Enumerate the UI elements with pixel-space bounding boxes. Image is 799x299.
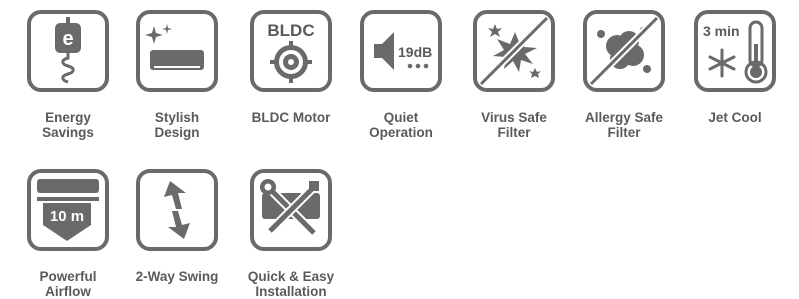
- feature-stylish-design: [136, 10, 218, 92]
- jetcool-badge: 3 min: [703, 23, 740, 39]
- feature-virus-safe-filter: [473, 10, 555, 92]
- bldc-badge: BLDC: [267, 21, 314, 40]
- caption-allergy-safe-filter: Allergy Safe Filter: [584, 110, 664, 140]
- feature-energy-savings: e: [27, 10, 109, 92]
- feature-jet-cool: 3 min: [694, 10, 776, 92]
- feature-allergy-safe-filter: [583, 10, 665, 92]
- caption-bldc-motor: BLDC Motor: [251, 110, 331, 125]
- bldc-motor-icon: BLDC: [267, 21, 315, 83]
- virus-filter-icon: [478, 15, 550, 87]
- caption-quiet-operation: Quiet Operation: [369, 110, 433, 140]
- allergy-filter-icon: [588, 15, 660, 87]
- caption-powerful-airflow: Powerful Airflow: [39, 269, 97, 299]
- jet-cool-thermometer-icon: 3 min: [703, 20, 768, 84]
- feature-quiet-operation: 19dB: [360, 10, 442, 92]
- quiet-speaker-icon: 19dB: [374, 32, 432, 70]
- feature-powerful-airflow: 10 m: [27, 169, 109, 251]
- energy-plug-icon: e: [55, 17, 81, 84]
- installation-tools-icon: [260, 179, 320, 237]
- caption-energy-savings: Energy Savings: [42, 110, 94, 140]
- feature-quick-easy-installation: [250, 169, 332, 251]
- feature-bldc-motor: BLDC: [250, 10, 332, 92]
- airflow-badge: 10 m: [50, 208, 84, 225]
- powerful-airflow-icon: 10 m: [37, 179, 99, 241]
- caption-stylish-design: Stylish Design: [154, 110, 200, 140]
- stylish-ac-icon: [145, 24, 204, 70]
- energy-badge: e: [62, 28, 73, 50]
- caption-quick-easy-installation: Quick & Easy Installation: [247, 269, 335, 299]
- feature-two-way-swing: [136, 169, 218, 251]
- caption-two-way-swing: 2-Way Swing: [135, 269, 219, 284]
- caption-jet-cool: Jet Cool: [708, 110, 762, 125]
- caption-virus-safe-filter: Virus Safe Filter: [481, 110, 547, 140]
- quiet-badge: 19dB: [398, 44, 432, 60]
- two-way-swing-icon: [164, 181, 190, 239]
